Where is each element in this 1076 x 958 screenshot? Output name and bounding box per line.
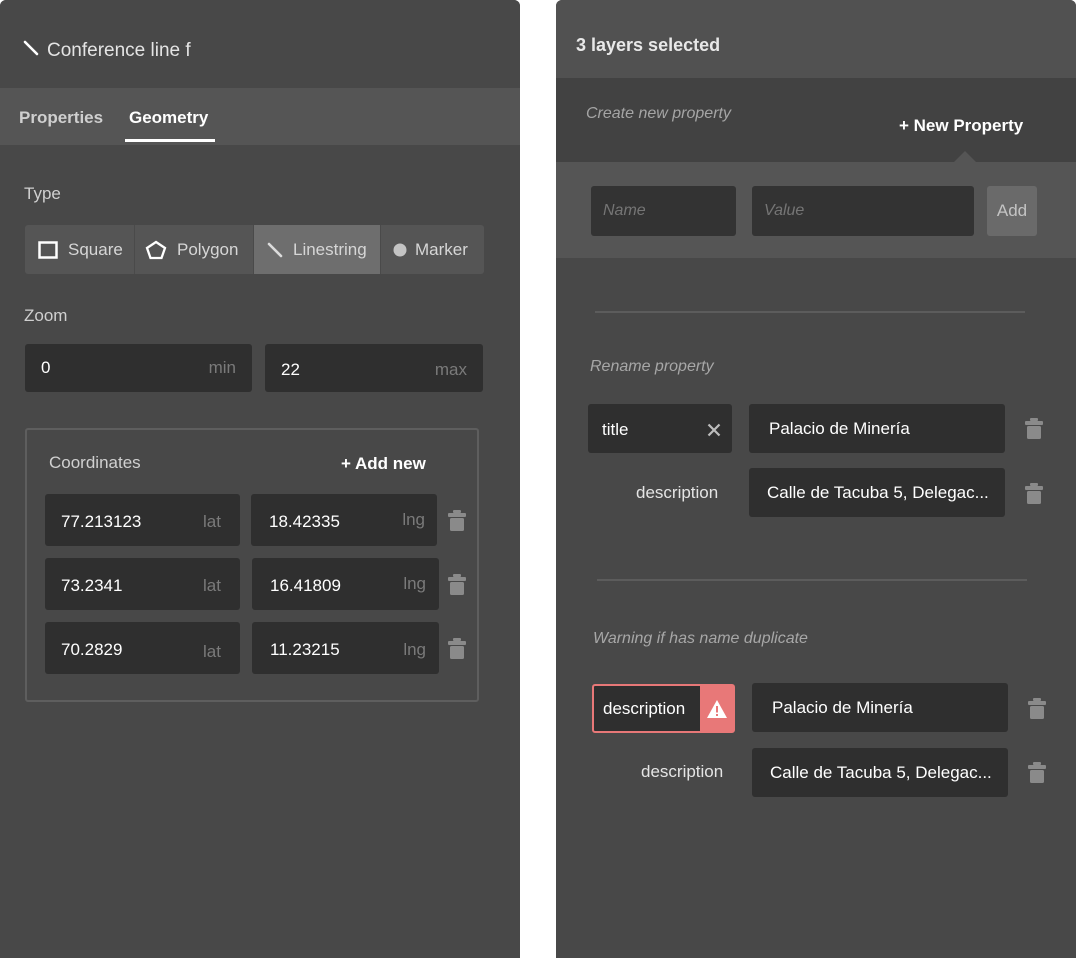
latitude-value: 70.2829 — [61, 640, 123, 659]
value-placeholder: Value — [764, 202, 805, 219]
divider — [595, 311, 1025, 313]
panel-header: 3 layers selected — [556, 0, 1076, 78]
warning-icon — [706, 699, 727, 718]
longitude-unit: lng — [403, 640, 426, 659]
zoom-max-input[interactable]: 22 max — [265, 344, 483, 392]
square-icon — [38, 240, 58, 259]
create-property-bar: Create new property + New Property — [556, 78, 1076, 162]
duplicate-key-value: description — [603, 699, 686, 718]
property-value: Palacio de Minería — [772, 698, 913, 717]
property-key-label: description — [641, 762, 724, 781]
type-linestring-label: Linestring — [293, 239, 367, 259]
value-input[interactable]: Value — [752, 186, 974, 236]
trash-icon[interactable] — [1025, 483, 1043, 505]
warning-indicator — [700, 686, 733, 731]
zoom-max-unit: max — [434, 360, 467, 379]
zoom-max-value: 22 — [281, 360, 300, 379]
property-key-value: title — [602, 420, 629, 439]
divider — [597, 579, 1027, 581]
longitude-unit: lng — [403, 574, 426, 593]
dropdown-pointer — [954, 151, 976, 162]
zoom-label: Zoom — [24, 306, 68, 325]
rename-property-label: Rename property — [590, 358, 714, 375]
create-property-hint: Create new property — [586, 105, 731, 122]
type-polygon-button[interactable]: Polygon — [135, 225, 254, 274]
property-value-input[interactable]: Calle de Tacuba 5, Delegac... — [752, 748, 1008, 797]
zoom-min-input[interactable]: 0 min — [25, 344, 252, 392]
panel-header: Conference line f — [0, 0, 520, 88]
add-property-button[interactable]: Add — [987, 186, 1037, 236]
property-value-input[interactable]: Palacio de Minería — [749, 404, 1005, 453]
name-input[interactable]: Name — [591, 186, 736, 236]
duplicate-key-input[interactable]: description — [592, 684, 735, 733]
polygon-icon — [145, 240, 167, 259]
coordinates-label: Coordinates — [49, 453, 141, 472]
longitude-value: 16.41809 — [270, 576, 341, 595]
type-square-label: Square — [68, 239, 123, 259]
multi-layer-panel: 3 layers selected Create new property + … — [556, 0, 1076, 958]
longitude-input[interactable]: 11.23215 lng — [252, 622, 439, 674]
type-square-button[interactable]: Square — [25, 225, 135, 274]
geometry-type-selector: Square Polygon Linestring Marker — [25, 225, 484, 274]
longitude-input[interactable]: 18.42335 lng — [251, 494, 437, 546]
trash-icon[interactable] — [448, 574, 466, 596]
warning-section-label: Warning if has name duplicate — [593, 630, 808, 647]
latitude-unit: lat — [203, 642, 221, 661]
type-marker-button[interactable]: Marker — [381, 225, 484, 274]
latitude-input[interactable]: 73.2341 lat — [45, 558, 240, 610]
latitude-value: 77.213123 — [61, 512, 142, 531]
longitude-value: 18.42335 — [269, 512, 340, 531]
property-value: Palacio de Minería — [769, 419, 910, 438]
geometry-panel: Conference line f Properties Geometry Ty… — [0, 0, 520, 958]
trash-icon[interactable] — [1028, 762, 1046, 784]
property-value-input[interactable]: Palacio de Minería — [752, 683, 1008, 732]
add-coordinate-button[interactable]: + Add new — [341, 454, 426, 474]
latitude-unit: lat — [203, 512, 221, 531]
trash-icon[interactable] — [1028, 698, 1046, 720]
property-key-label: description — [636, 483, 719, 502]
longitude-value: 11.23215 — [270, 640, 340, 659]
latitude-input[interactable]: 70.2829 lat — [45, 622, 240, 674]
new-property-button[interactable]: + New Property — [899, 116, 1023, 136]
linestring-icon — [267, 242, 283, 257]
zoom-min-value: 0 — [41, 358, 51, 377]
property-key-input[interactable]: title — [588, 404, 732, 453]
feature-title: Conference line f — [47, 40, 191, 61]
clear-icon[interactable] — [707, 423, 721, 437]
new-property-form: Name Value Add — [556, 162, 1076, 258]
property-value: Calle de Tacuba 5, Delegac... — [767, 483, 989, 502]
tab-bar: Properties Geometry — [0, 88, 520, 145]
longitude-unit: lng — [402, 510, 425, 529]
name-placeholder: Name — [603, 202, 646, 219]
latitude-input[interactable]: 77.213123 lat — [45, 494, 240, 546]
property-value: Calle de Tacuba 5, Delegac... — [770, 763, 992, 782]
selection-title: 3 layers selected — [576, 35, 721, 55]
type-polygon-label: Polygon — [177, 239, 239, 259]
latitude-value: 73.2341 — [61, 576, 123, 595]
type-marker-label: Marker — [415, 239, 468, 259]
longitude-input[interactable]: 16.41809 lng — [252, 558, 439, 610]
tab-properties[interactable]: Properties — [19, 88, 103, 145]
active-tab-indicator — [125, 139, 215, 142]
marker-icon — [393, 243, 407, 256]
trash-icon[interactable] — [448, 510, 466, 532]
zoom-min-unit: min — [208, 358, 236, 377]
trash-icon[interactable] — [1025, 418, 1043, 440]
property-value-input[interactable]: Calle de Tacuba 5, Delegac... — [749, 468, 1005, 517]
type-linestring-button[interactable]: Linestring — [254, 225, 381, 274]
tab-geometry[interactable]: Geometry — [129, 88, 208, 145]
latitude-unit: lat — [203, 576, 221, 595]
type-label: Type — [24, 184, 61, 203]
linestring-icon — [23, 40, 39, 56]
trash-icon[interactable] — [448, 638, 466, 660]
